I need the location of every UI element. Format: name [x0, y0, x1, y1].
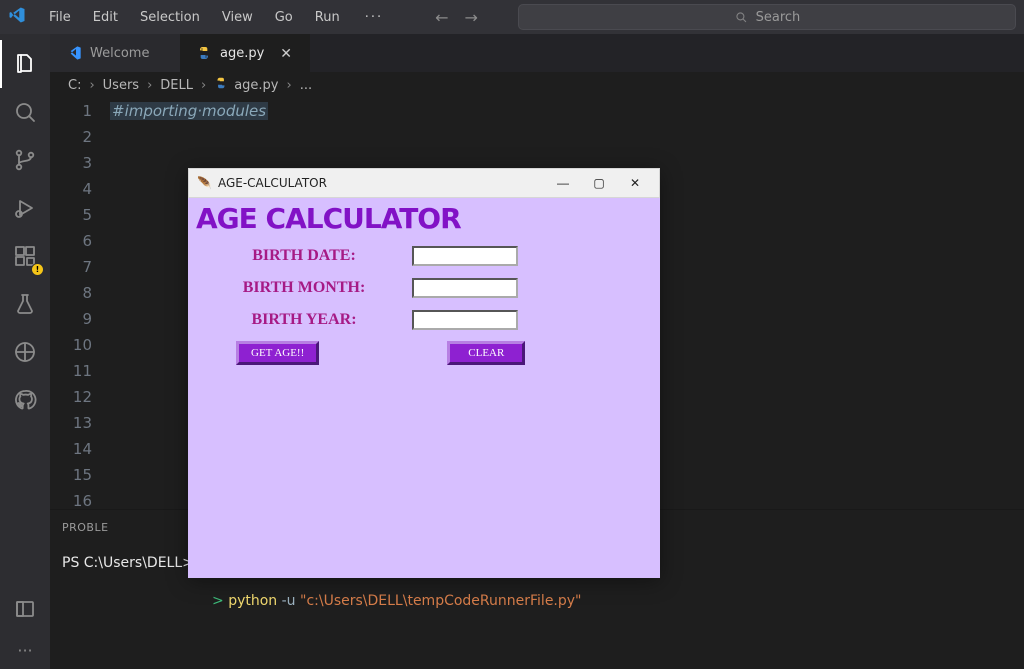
forward-arrow-icon[interactable]: → [457, 8, 486, 27]
back-arrow-icon[interactable]: ← [427, 8, 456, 27]
menu-overflow-icon[interactable]: ··· [359, 10, 389, 25]
title-bar: File Edit Selection View Go Run ··· ← → … [0, 0, 1024, 34]
crumb[interactable]: DELL [160, 78, 193, 93]
menu-view[interactable]: View [211, 6, 264, 29]
birth-year-input[interactable] [412, 310, 518, 330]
activity-github[interactable] [0, 376, 50, 424]
birth-month-label: BIRTH MONTH: [196, 279, 412, 297]
terminal-prompt: PS C:\Users\DELL> [62, 555, 194, 571]
menu-file[interactable]: File [38, 6, 82, 29]
tk-heading: AGE CALCULATOR [196, 202, 652, 235]
menu-bar: File Edit Selection View Go Run [38, 6, 351, 29]
menu-selection[interactable]: Selection [129, 6, 211, 29]
birth-date-input[interactable] [412, 246, 518, 266]
chevron-right-icon: › [89, 78, 94, 93]
chevron-right-icon: › [287, 78, 292, 93]
terminal-caret: > [212, 593, 224, 609]
birth-date-label: BIRTH DATE: [196, 247, 412, 265]
python-icon [196, 45, 212, 61]
tab-welcome[interactable]: Welcome [50, 34, 180, 72]
close-icon[interactable]: ✕ [617, 169, 653, 197]
activity-explorer[interactable] [0, 40, 50, 88]
crumb-file[interactable]: age.py [214, 76, 278, 94]
vscode-icon [66, 45, 82, 61]
crumb[interactable]: Users [103, 78, 139, 93]
tab-age-py[interactable]: age.py ✕ [180, 34, 310, 72]
github-icon [13, 388, 37, 412]
tab-label: Welcome [90, 46, 149, 61]
activity-testing[interactable] [0, 280, 50, 328]
tk-window[interactable]: 🪶 AGE-CALCULATOR — ▢ ✕ AGE CALCULATOR BI… [188, 168, 660, 578]
panel-tab-problems[interactable]: PROBLE [62, 521, 109, 534]
crumb-filename: age.py [234, 78, 278, 93]
clear-button[interactable]: CLEAR [447, 341, 525, 365]
maximize-icon[interactable]: ▢ [581, 169, 617, 197]
activity-run-debug[interactable] [0, 184, 50, 232]
search-icon [734, 10, 748, 24]
close-icon[interactable]: ✕ [280, 46, 292, 60]
editor-tabs: Welcome age.py ✕ [50, 34, 1024, 72]
command-center-search[interactable]: Search [518, 4, 1016, 30]
play-bug-icon [13, 196, 37, 220]
breadcrumb[interactable]: C: › Users › DELL › age.py › ... [50, 72, 1024, 98]
terminal-arg: "c:\Users\DELL\tempCodeRunnerFile.py" [300, 593, 581, 609]
minimize-icon[interactable]: — [545, 169, 581, 197]
beaker-icon [13, 292, 37, 316]
menu-run[interactable]: Run [304, 6, 351, 29]
chevron-right-icon: › [147, 78, 152, 93]
branch-icon [13, 148, 37, 172]
search-icon [13, 100, 37, 124]
files-icon [13, 52, 37, 76]
birth-month-input[interactable] [412, 278, 518, 298]
chevron-right-icon: › [201, 78, 206, 93]
tk-feather-icon: 🪶 [197, 176, 212, 190]
vscode-logo-icon [8, 6, 26, 29]
activity-search[interactable] [0, 88, 50, 136]
birth-year-label: BIRTH YEAR: [196, 311, 412, 329]
activity-bar: ··· [0, 34, 50, 669]
tab-label: age.py [220, 46, 264, 61]
menu-edit[interactable]: Edit [82, 6, 129, 29]
get-age-button[interactable]: GET AGE!! [236, 341, 319, 365]
activity-more[interactable]: ··· [0, 633, 50, 669]
crumb[interactable]: C: [68, 78, 81, 93]
remote-icon [13, 340, 37, 364]
activity-remote[interactable] [0, 328, 50, 376]
crumb-symbol[interactable]: ... [300, 78, 312, 93]
line-gutter: 1 2 3 4 5 6 7 8 9 10 11 12 13 14 15 16 [50, 98, 110, 509]
history-nav: ← → [427, 8, 486, 27]
activity-extensions[interactable] [0, 232, 50, 280]
activity-accounts[interactable] [0, 585, 50, 633]
menu-go[interactable]: Go [264, 6, 304, 29]
tk-title-bar[interactable]: 🪶 AGE-CALCULATOR — ▢ ✕ [188, 168, 660, 198]
python-icon [214, 76, 228, 94]
terminal-cmd: python [228, 593, 277, 609]
search-placeholder: Search [756, 10, 801, 25]
warning-badge-icon [31, 263, 44, 276]
tk-window-title: AGE-CALCULATOR [218, 176, 327, 190]
tk-body: AGE CALCULATOR BIRTH DATE: BIRTH MONTH: … [188, 198, 660, 365]
ellipsis-icon: ··· [17, 643, 32, 659]
activity-source-control[interactable] [0, 136, 50, 184]
code-line: #importing·modules [110, 102, 268, 120]
terminal-flag: -u [282, 593, 296, 609]
editor-group: Welcome age.py ✕ C: › Users › DELL › age.py… [50, 34, 1024, 669]
layout-icon [13, 597, 37, 621]
